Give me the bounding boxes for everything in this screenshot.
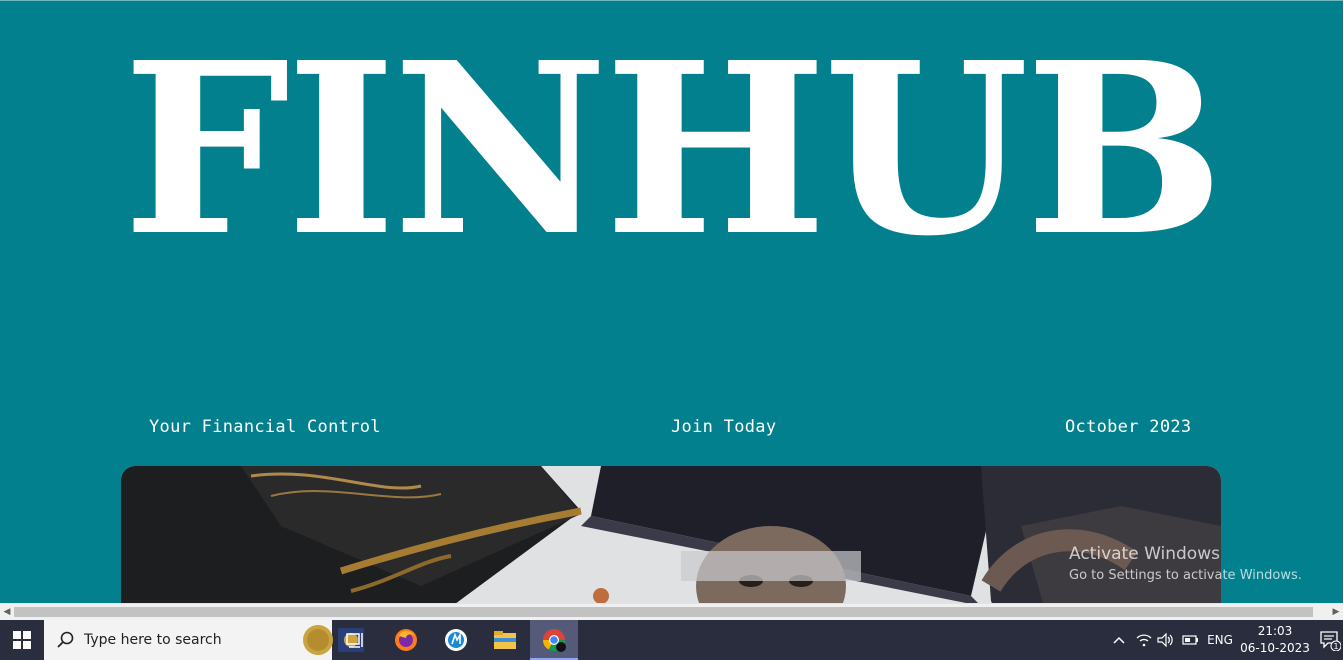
firefox-taskbar-button[interactable] — [382, 620, 430, 660]
finhub-logo: FINHUB — [122, 10, 1225, 288]
hero-image — [121, 466, 1221, 605]
file-explorer-taskbar-button[interactable] — [481, 620, 529, 660]
search-placeholder: Type here to search — [84, 632, 222, 648]
app-taskbar-button[interactable] — [432, 620, 480, 660]
chevron-up-icon — [1113, 636, 1125, 644]
watermark-subtitle: Go to Settings to activate Windows. — [1069, 568, 1302, 583]
battery-tray-button[interactable] — [1180, 620, 1200, 660]
watermark-title: Activate Windows — [1069, 544, 1220, 564]
notification-icon: 1 — [1319, 631, 1341, 651]
chrome-icon — [543, 629, 566, 652]
volume-tray-button[interactable] — [1156, 620, 1176, 660]
network-tray-button[interactable] — [1134, 620, 1154, 660]
tagline-strip: Your Financial Control Join Today Octobe… — [0, 413, 1343, 443]
scrollbar-thumb[interactable] — [14, 607, 1313, 617]
taskbar: Type here to search ENG 21:03 06-10-2023… — [0, 620, 1343, 660]
clock-date: 06-10-2023 — [1240, 641, 1310, 655]
date-text: October 2023 — [1065, 417, 1192, 437]
speaker-icon — [1157, 633, 1173, 647]
task-view-icon — [346, 633, 363, 648]
show-hidden-icons-button[interactable] — [1108, 620, 1130, 660]
clock-time: 21:03 — [1257, 624, 1293, 638]
task-view-button[interactable] — [332, 620, 380, 660]
webpage: FINHUB Your Financial Control Join Today… — [0, 0, 1343, 605]
wifi-icon — [1136, 634, 1152, 647]
folder-icon — [494, 631, 516, 649]
scroll-left-arrow-icon[interactable]: ◀ — [0, 604, 14, 620]
search-icon — [57, 631, 74, 648]
start-button[interactable] — [0, 620, 44, 660]
chrome-taskbar-button[interactable] — [530, 620, 578, 660]
app-icon — [445, 629, 467, 651]
taskbar-search-box[interactable]: Type here to search — [44, 620, 364, 660]
activate-windows-watermark: Activate Windows Go to Settings to activ… — [1069, 544, 1302, 583]
horizontal-scrollbar[interactable]: ◀ ▶ — [0, 603, 1343, 620]
windows-logo-icon — [13, 631, 31, 649]
tagline-text: Your Financial Control — [149, 417, 381, 437]
clock[interactable]: 21:03 06-10-2023 — [1240, 623, 1310, 657]
firefox-icon — [395, 629, 417, 651]
language-indicator[interactable]: ENG — [1204, 620, 1236, 660]
scroll-right-arrow-icon[interactable]: ▶ — [1329, 604, 1343, 620]
notifications-button[interactable]: 1 — [1316, 620, 1343, 660]
battery-icon — [1182, 635, 1198, 645]
notification-count: 1 — [1333, 642, 1338, 651]
join-today-link[interactable]: Join Today — [671, 417, 776, 437]
